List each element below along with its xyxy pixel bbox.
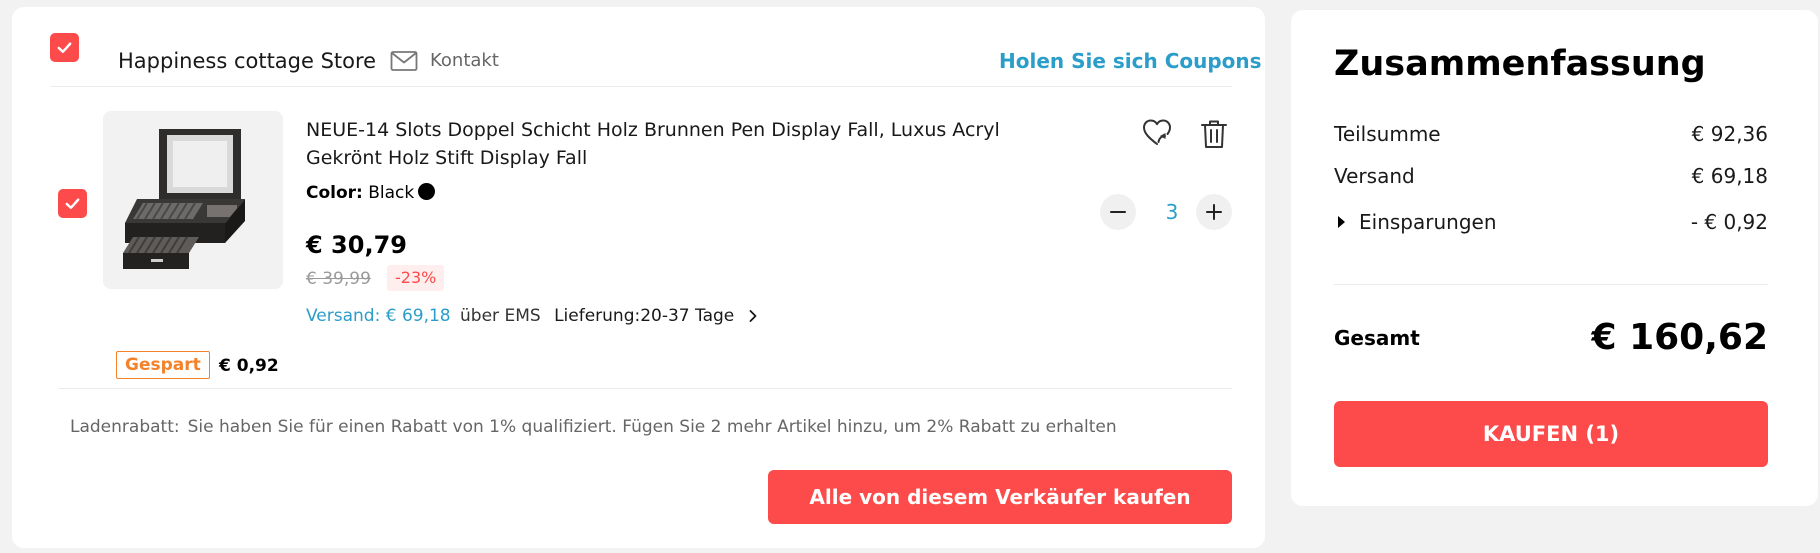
store-select-checkbox[interactable] <box>50 33 79 62</box>
buy-all-from-seller-button[interactable]: Alle von diesem Verkäufer kaufen <box>768 470 1232 524</box>
total-value: € 160,62 <box>1591 317 1768 358</box>
original-price: € 39,99 <box>306 269 371 289</box>
divider <box>58 388 1232 389</box>
savings-value: - € 0,92 <box>1690 210 1768 234</box>
subtotal-label: Teilsumme <box>1334 122 1441 146</box>
order-summary-card: Zusammenfassung Teilsumme € 92,36 Versan… <box>1291 10 1818 506</box>
shipping-price: Versand: € 69,18 <box>306 306 451 326</box>
total-label: Gesamt <box>1334 326 1420 350</box>
product-price: € 30,79 <box>306 231 407 259</box>
chevron-right-icon <box>749 310 757 322</box>
savings-toggle[interactable]: Einsparungen <box>1334 208 1497 236</box>
store-rebate-info: Ladenrabatt: Sie haben Sie für einen Raba… <box>70 415 1117 439</box>
subtotal-value: € 92,36 <box>1691 122 1768 146</box>
wishlist-heart-icon[interactable] <box>1141 117 1173 149</box>
item-select-checkbox[interactable] <box>58 189 87 218</box>
shipping-method: über EMS <box>460 306 541 326</box>
trash-icon[interactable] <box>1199 118 1229 150</box>
checkbox-checked-icon <box>57 42 72 54</box>
quantity-decrease-button[interactable] <box>1100 194 1136 230</box>
divider <box>50 86 1232 87</box>
shipping-info[interactable]: Versand: € 69,18 über EMS Lieferung:20-3… <box>306 304 758 328</box>
checkbox-checked-icon <box>65 198 80 210</box>
product-color: Color: Black <box>306 181 436 205</box>
rebate-label: Ladenrabatt: <box>70 417 180 437</box>
store-name[interactable]: Happiness cottage Store <box>118 47 376 75</box>
shipping-value: € 69,18 <box>1691 164 1768 188</box>
shipping-row: Versand € 69,18 <box>1334 162 1768 190</box>
saved-badge: Gespart <box>116 351 210 379</box>
minus-icon <box>1110 211 1126 213</box>
plus-icon <box>1206 204 1222 220</box>
product-title[interactable]: NEUE-14 Slots Doppel Schicht Holz Brunne… <box>306 116 1016 172</box>
pen-display-case-image <box>123 129 245 269</box>
quantity-value[interactable]: 3 <box>1160 197 1184 227</box>
quantity-increase-button[interactable] <box>1196 194 1232 230</box>
divider <box>1334 284 1768 285</box>
buy-button[interactable]: KAUFEN (1) <box>1334 401 1768 467</box>
discount-badge: -23% <box>387 265 445 291</box>
color-value: Black <box>368 183 415 203</box>
color-label: Color: <box>306 183 363 203</box>
get-coupons-link[interactable]: Holen Sie sich Coupons <box>999 47 1262 75</box>
delivery-time: Lieferung:20-37 Tage <box>554 306 735 326</box>
total-row: Gesamt € 160,62 <box>1334 315 1768 361</box>
shipping-label: Versand <box>1334 164 1415 188</box>
contact-link[interactable]: Kontakt <box>430 49 499 73</box>
color-swatch <box>418 183 436 200</box>
savings-row[interactable]: Einsparungen - € 0,92 <box>1334 208 1768 236</box>
saved-amount: € 0,92 <box>219 356 279 376</box>
rebate-text: Sie haben Sie für einen Rabatt von 1% qu… <box>187 417 1117 437</box>
mail-icon[interactable] <box>390 50 418 72</box>
subtotal-row: Teilsumme € 92,36 <box>1334 120 1768 148</box>
triangle-right-icon <box>1338 216 1345 228</box>
savings-label: Einsparungen <box>1359 210 1497 234</box>
store-cart-card: Happiness cottage Store Kontakt Holen Si… <box>12 7 1265 548</box>
product-image[interactable] <box>103 111 283 289</box>
summary-title: Zusammenfassung <box>1334 44 1706 84</box>
